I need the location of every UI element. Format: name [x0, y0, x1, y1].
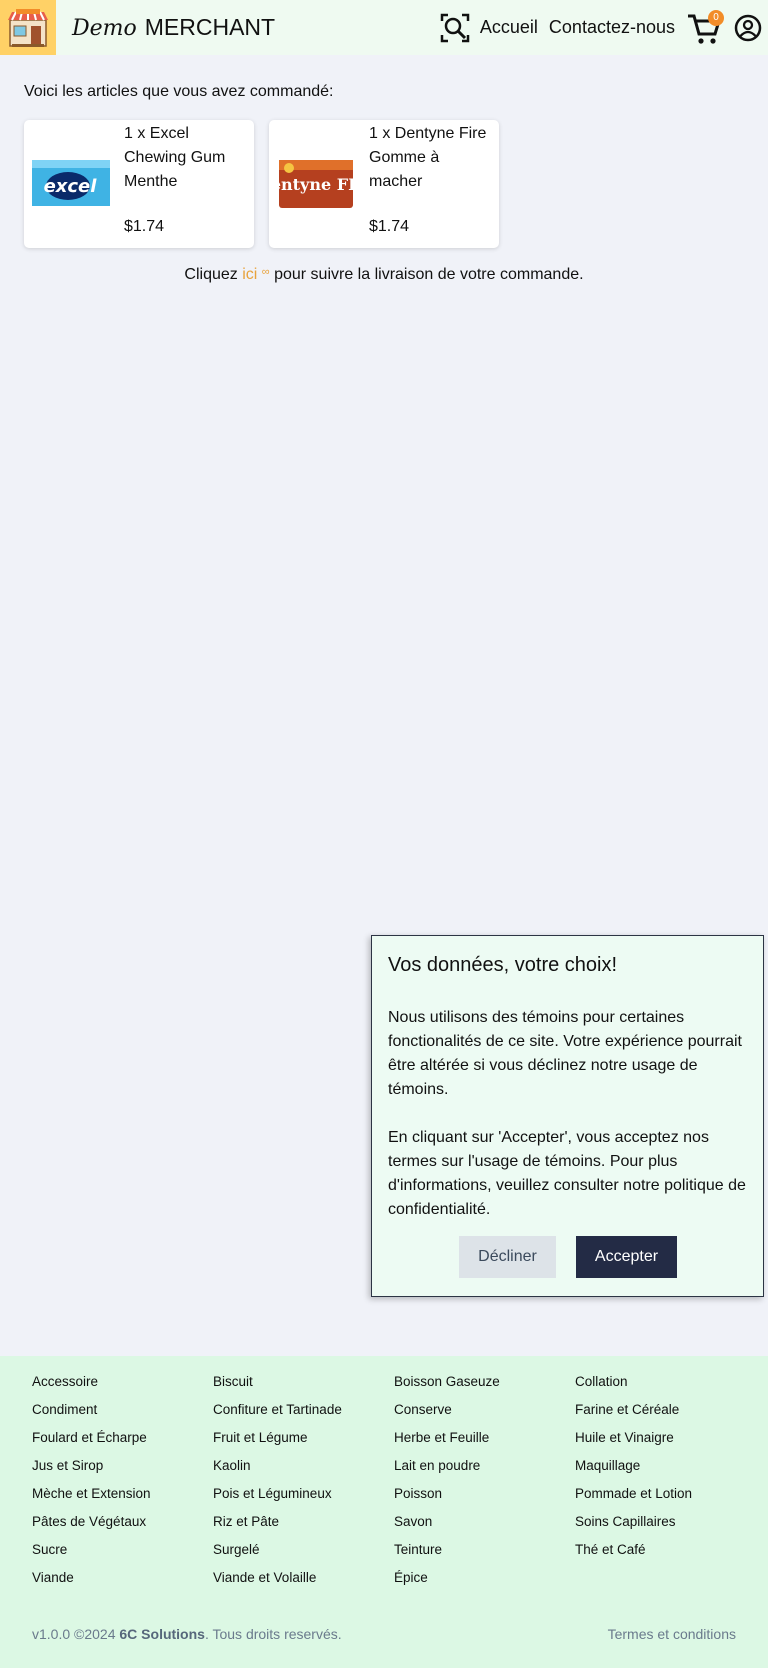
footer-category-link[interactable]: Maquillage — [575, 1452, 756, 1480]
footer-category-link[interactable]: Lait en poudre — [394, 1452, 575, 1480]
footer-category-link[interactable]: Sucre — [32, 1536, 213, 1564]
footer-category-link[interactable]: Foulard et Écharpe — [32, 1424, 213, 1452]
accept-button[interactable]: Accepter — [576, 1236, 677, 1278]
footer-category-link[interactable]: Poisson — [394, 1480, 575, 1508]
cookie-text-2: En cliquant sur 'Accepter', vous accepte… — [388, 1129, 746, 1218]
footer-category-link[interactable]: Pois et Légumineux — [213, 1480, 394, 1508]
product-name: 1 x Excel Chewing Gum Menthe — [124, 125, 226, 190]
footer-category-link[interactable]: Accessoire — [32, 1368, 213, 1396]
footer-category-link[interactable]: Fruit et Légume — [213, 1424, 394, 1452]
product-price: $1.74 — [124, 218, 165, 235]
footer: Accessoire Biscuit Boisson Gaseuze Collatio… — [0, 1356, 768, 1668]
terms-link[interactable]: Termes et conditions — [608, 1626, 736, 1642]
footer-category-link[interactable]: Viande et Volaille — [213, 1564, 394, 1592]
footer-category-link[interactable]: Soins Capillaires — [575, 1508, 756, 1536]
cart-count-badge: 0 — [708, 9, 724, 26]
product-image: Dentyne FIRE — [257, 150, 381, 214]
track-text-before: Cliquez — [184, 266, 243, 283]
product-image: excel — [30, 150, 114, 214]
footer-category-link[interactable]: Pâtes de Végétaux — [32, 1508, 213, 1536]
cookie-body: Nous utilisons des témoins pour certaine… — [388, 1006, 748, 1246]
footer-category-link[interactable]: Riz et Pâte — [213, 1508, 394, 1536]
footer-category-link[interactable]: Pommade et Lotion — [575, 1480, 756, 1508]
track-delivery-text: Cliquez ici ∞ pour suivre la livraison d… — [0, 266, 768, 284]
product-card[interactable]: excel 1 x Excel Chewing Gum Menthe $1.74 — [24, 120, 254, 248]
footer-category-link[interactable]: Farine et Céréale — [575, 1396, 756, 1424]
rights-text: . Tous droits reservés. — [204, 1626, 342, 1642]
footer-category-link[interactable]: Confiture et Tartinade — [213, 1396, 394, 1424]
copyright: v1.0.0 ©2024 6C Solutions. Tous droits r… — [32, 1626, 342, 1642]
footer-category-link[interactable]: Biscuit — [213, 1368, 394, 1396]
product-name: 1 x Dentyne Fire Gomme à macher — [369, 125, 487, 190]
nav-contact-link[interactable]: Contactez-nous — [549, 17, 675, 38]
svg-text:Dentyne FIRE: Dentyne FIRE — [275, 175, 359, 194]
footer-category-link[interactable]: Épice — [394, 1564, 575, 1592]
header: Demo MERCHANT Accueil Contactez-nous 0 — [0, 0, 768, 55]
footer-category-link[interactable]: Kaolin — [213, 1452, 394, 1480]
nav-home-link[interactable]: Accueil — [480, 17, 538, 38]
decline-button[interactable]: Décliner — [459, 1236, 556, 1278]
cookie-text-1: Nous utilisons des témoins pour certaine… — [388, 1009, 742, 1098]
cookie-consent-dialog: Vos données, votre choix! Nous utilisons… — [371, 935, 764, 1297]
storefront-icon — [8, 8, 48, 47]
product-price: $1.74 — [369, 218, 410, 235]
footer-category-link[interactable]: Thé et Café — [575, 1536, 756, 1564]
footer-category-link[interactable]: Condiment — [32, 1396, 213, 1424]
account-icon[interactable] — [734, 14, 762, 42]
track-text-after: pour suivre la livraison de votre comman… — [269, 266, 584, 283]
footer-category-link[interactable]: Teinture — [394, 1536, 575, 1564]
search-icon[interactable] — [440, 13, 470, 43]
store-logo[interactable] — [0, 0, 56, 55]
footer-category-link[interactable]: Collation — [575, 1368, 756, 1396]
company-name: 6C Solutions — [119, 1626, 205, 1642]
version-text: v1.0.0 ©2024 — [32, 1626, 120, 1642]
footer-category-link[interactable]: Huile et Vinaigre — [575, 1424, 756, 1452]
footer-category-link[interactable]: Conserve — [394, 1396, 575, 1424]
cart-button[interactable]: 0 — [686, 9, 724, 46]
footer-category-link[interactable]: Jus et Sirop — [32, 1452, 213, 1480]
footer-category-link[interactable]: Viande — [32, 1564, 213, 1592]
footer-category-link[interactable]: Boisson Gaseuze — [394, 1368, 575, 1396]
track-link[interactable]: ici — [242, 266, 257, 283]
cookie-title: Vos données, votre choix! — [388, 954, 618, 976]
footer-category-link[interactable]: Savon — [394, 1508, 575, 1536]
category-links: Accessoire Biscuit Boisson Gaseuze Collatio… — [32, 1368, 756, 1592]
footer-category-link[interactable]: Surgelé — [213, 1536, 394, 1564]
main-nav: Accueil Contactez-nous 0 — [440, 0, 768, 55]
brand[interactable]: Demo MERCHANT — [72, 14, 275, 41]
svg-text:excel: excel — [44, 176, 98, 197]
footer-category-link[interactable]: Mèche et Extension — [32, 1480, 213, 1508]
brand-name: MERCHANT — [144, 14, 276, 40]
order-intro: Voici les articles que vous avez command… — [24, 83, 334, 100]
product-card[interactable]: Dentyne FIRE 1 x Dentyne Fire Gomme à ma… — [257, 120, 499, 248]
brand-script: Demo — [72, 16, 137, 41]
footer-category-link[interactable]: Herbe et Feuille — [394, 1424, 575, 1452]
link-icon[interactable]: ∞ — [262, 266, 270, 278]
